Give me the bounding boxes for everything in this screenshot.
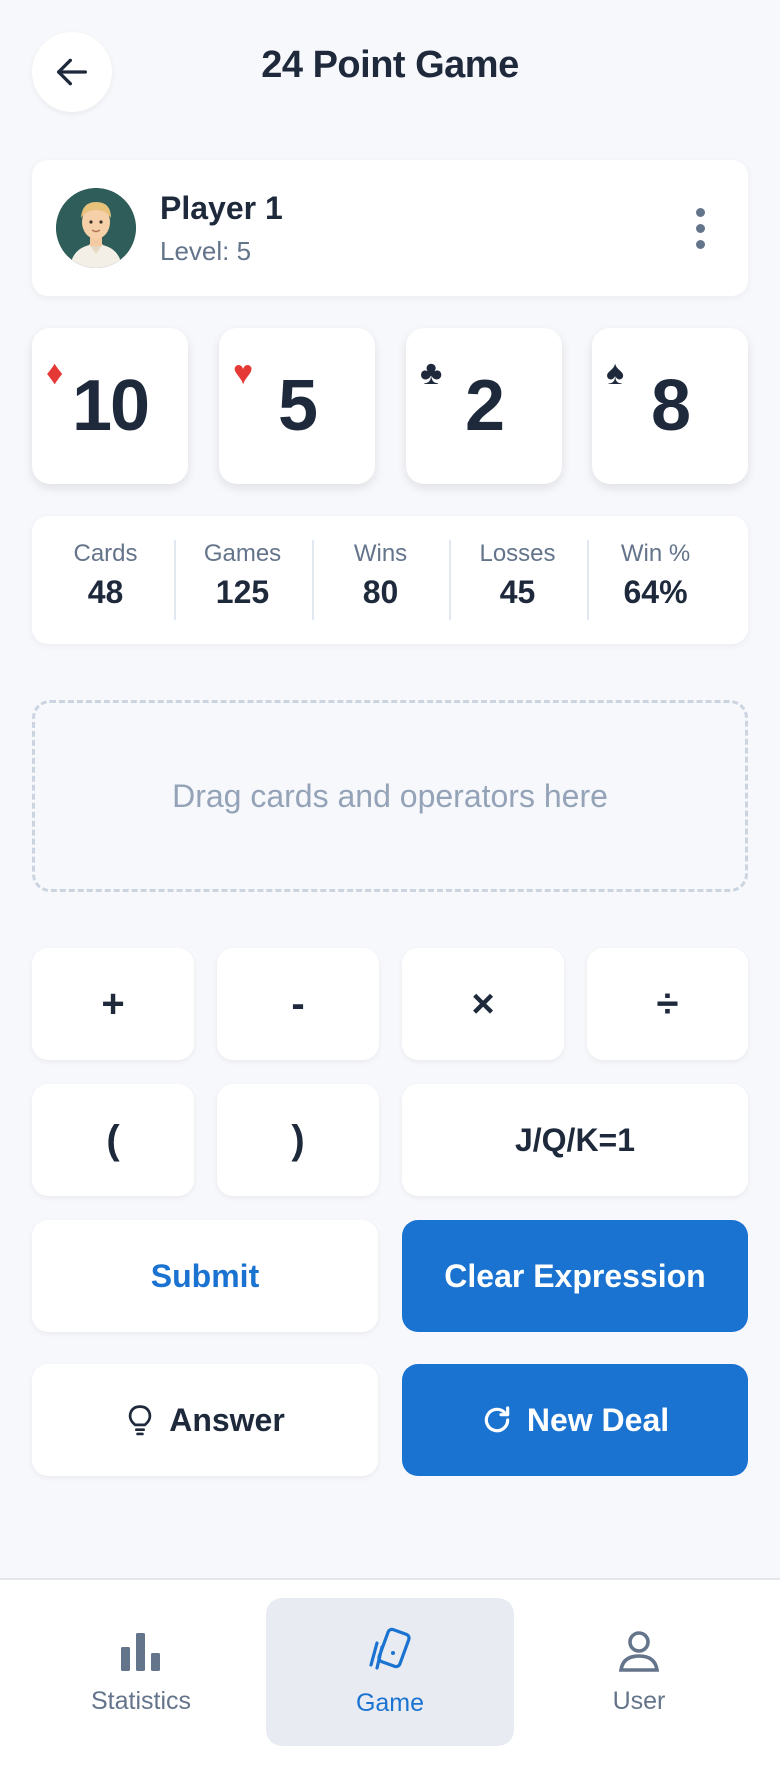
more-dot-icon	[695, 207, 705, 217]
answer-button[interactable]: Answer	[32, 1364, 378, 1476]
divide-button[interactable]: ÷	[587, 948, 748, 1060]
stat-value: 64%	[623, 574, 688, 610]
nav-item-game[interactable]: Game	[266, 1598, 514, 1746]
stat-cards: Cards 48	[37, 540, 174, 620]
playing-card[interactable]: ♦ 10	[32, 328, 188, 484]
new-deal-label: New Deal	[526, 1401, 670, 1438]
avatar[interactable]	[56, 188, 136, 268]
page-title: 24 Point Game	[261, 44, 519, 86]
stat-label: Losses	[479, 540, 556, 567]
multiply-button[interactable]: ×	[402, 948, 564, 1060]
more-dot-icon	[695, 239, 705, 249]
bottom-nav: Statistics Game User	[0, 1578, 780, 1768]
playing-card[interactable]: ♠ 8	[592, 328, 748, 484]
submit-button[interactable]: Submit	[32, 1220, 378, 1332]
open-paren-button[interactable]: (	[32, 1084, 194, 1196]
bar-chart-icon	[121, 1632, 160, 1671]
expression-dropzone[interactable]: Drag cards and operators here	[32, 700, 748, 892]
header: 24 Point Game	[0, 0, 780, 144]
more-dot-icon	[695, 223, 705, 233]
minus-button[interactable]: -	[217, 948, 379, 1060]
more-options-button[interactable]	[676, 200, 724, 256]
clear-expression-button[interactable]: Clear Expression	[402, 1220, 748, 1332]
stat-label: Games	[203, 540, 282, 567]
stat-value: 48	[87, 574, 124, 610]
stat-win-percent: Win % 64%	[587, 540, 724, 620]
lightbulb-icon	[125, 1403, 155, 1437]
card-rank: 5	[277, 366, 318, 446]
stat-label: Wins	[353, 540, 408, 567]
stat-games: Games 125	[174, 540, 311, 620]
card-rank: 8	[650, 366, 691, 446]
nav-label: User	[612, 1686, 666, 1715]
stat-value: 125	[215, 574, 270, 610]
nav-item-statistics[interactable]: Statistics	[17, 1598, 265, 1746]
nav-label: Game	[355, 1688, 425, 1717]
stat-wins: Wins 80	[312, 540, 449, 620]
player-name: Player 1	[160, 190, 283, 226]
refresh-icon	[481, 1404, 513, 1436]
stat-value: 80	[362, 574, 399, 610]
player-level: Level: 5	[160, 236, 252, 266]
new-deal-button[interactable]: New Deal	[402, 1364, 748, 1476]
playing-card[interactable]: ♥ 5	[219, 328, 375, 484]
stats-panel: Cards 48 Games 125 Wins 80 Losses 45 Win…	[32, 516, 748, 644]
stat-label: Cards	[73, 540, 138, 567]
plus-button[interactable]: +	[32, 948, 194, 1060]
stat-value: 45	[499, 574, 536, 610]
close-paren-button[interactable]: )	[217, 1084, 379, 1196]
face-card-value-button[interactable]: J/Q/K=1	[402, 1084, 748, 1196]
playing-card[interactable]: ♣ 2	[406, 328, 562, 484]
dropzone-placeholder: Drag cards and operators here	[172, 777, 608, 814]
stat-losses: Losses 45	[449, 540, 586, 620]
user-icon	[618, 1630, 660, 1672]
stat-label: Win %	[620, 540, 691, 567]
playing-cards: ♦ 10 ♥ 5 ♣ 2 ♠ 8	[32, 328, 748, 484]
nav-item-user[interactable]: User	[515, 1598, 763, 1746]
player-card: Player 1 Level: 5	[32, 160, 748, 296]
card-rank: 10	[71, 366, 150, 446]
answer-label: Answer	[169, 1401, 285, 1438]
nav-label: Statistics	[90, 1686, 192, 1715]
cards-icon	[369, 1627, 411, 1670]
card-rank: 2	[464, 366, 505, 446]
